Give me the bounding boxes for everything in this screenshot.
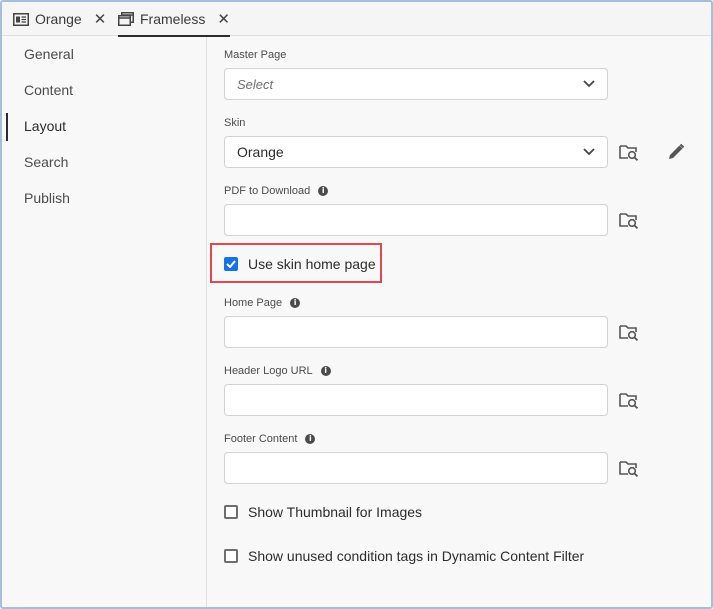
info-icon[interactable]: i (305, 434, 316, 444)
chevron-down-icon (583, 148, 595, 156)
tab-frameless-label: Frameless (140, 11, 206, 27)
footer-content-input[interactable] (224, 452, 608, 484)
header-logo-label-text: Header Logo URL (224, 365, 313, 377)
tab-frameless[interactable]: Frameless ✕ (118, 2, 230, 37)
skin-label-text: Skin (224, 117, 246, 129)
master-page-select[interactable]: Select (224, 68, 608, 100)
show-unused-tags-label: Show unused condition tags in Dynamic Co… (248, 548, 585, 564)
info-icon[interactable]: i (290, 298, 301, 308)
skin-value: Orange (237, 144, 284, 160)
pdf-label: PDF to Download i (224, 185, 329, 197)
browse-folder-icon[interactable] (619, 323, 639, 341)
info-icon[interactable]: i (318, 186, 329, 196)
home-page-label: Home Page i (224, 297, 301, 309)
skin-label: Skin (224, 117, 245, 129)
use-skin-home-checkbox[interactable]: Use skin home page (224, 256, 376, 272)
master-page-placeholder: Select (237, 76, 274, 92)
dialog-frame: Orange ✕ Frameless ✕ General Content Lay… (0, 0, 713, 609)
info-icon[interactable]: i (320, 366, 331, 376)
sidebar: General Content Layout Search Publish (2, 37, 207, 607)
sidebar-item-publish[interactable]: Publish (2, 183, 206, 213)
pdf-label-text: PDF to Download (224, 185, 311, 197)
edit-pencil-icon[interactable] (667, 143, 685, 161)
footer-content-label-text: Footer Content (224, 433, 298, 445)
checkbox-unchecked-icon (224, 549, 238, 563)
skin-select[interactable]: Orange (224, 136, 608, 168)
browse-folder-icon[interactable] (619, 143, 639, 161)
sidebar-item-label: Publish (24, 190, 70, 206)
show-thumbnail-label: Show Thumbnail for Images (248, 504, 423, 520)
sidebar-item-layout[interactable]: Layout (2, 111, 206, 141)
master-page-label-text: Master Page (224, 49, 287, 61)
browse-folder-icon[interactable] (619, 391, 639, 409)
panel-icon (13, 12, 29, 26)
master-page-label: Master Page (224, 49, 286, 61)
browse-folder-icon[interactable] (619, 459, 639, 477)
checkbox-checked-icon (224, 257, 238, 271)
close-icon[interactable]: ✕ (217, 10, 230, 28)
chevron-down-icon (583, 80, 595, 88)
sidebar-item-label: Content (24, 82, 74, 98)
show-unused-tags-checkbox[interactable]: Show unused condition tags in Dynamic Co… (224, 548, 584, 564)
header-logo-label: Header Logo URL i (224, 365, 331, 377)
header-logo-input[interactable] (224, 384, 608, 416)
layout-form: Master Page Select Skin Orange PDF to Do… (208, 37, 711, 607)
close-icon[interactable]: ✕ (94, 10, 107, 28)
sidebar-item-general[interactable]: General (2, 39, 206, 69)
window-icon (118, 12, 134, 26)
checkbox-unchecked-icon (224, 505, 238, 519)
home-page-input[interactable] (224, 316, 608, 348)
browse-folder-icon[interactable] (619, 211, 639, 229)
tab-bar: Orange ✕ Frameless ✕ (2, 2, 711, 37)
sidebar-item-search[interactable]: Search (2, 147, 206, 177)
show-thumbnail-checkbox[interactable]: Show Thumbnail for Images (224, 504, 422, 520)
footer-content-label: Footer Content i (224, 433, 316, 445)
pdf-input[interactable] (224, 204, 608, 236)
sidebar-item-content[interactable]: Content (2, 75, 206, 105)
tab-orange-label: Orange (35, 11, 82, 27)
sidebar-item-label: Layout (24, 118, 67, 134)
home-page-label-text: Home Page (224, 297, 283, 309)
sidebar-item-label: Search (24, 154, 69, 170)
sidebar-item-label: General (24, 46, 74, 62)
tab-orange[interactable]: Orange ✕ (13, 2, 113, 36)
use-skin-home-label: Use skin home page (248, 256, 376, 272)
